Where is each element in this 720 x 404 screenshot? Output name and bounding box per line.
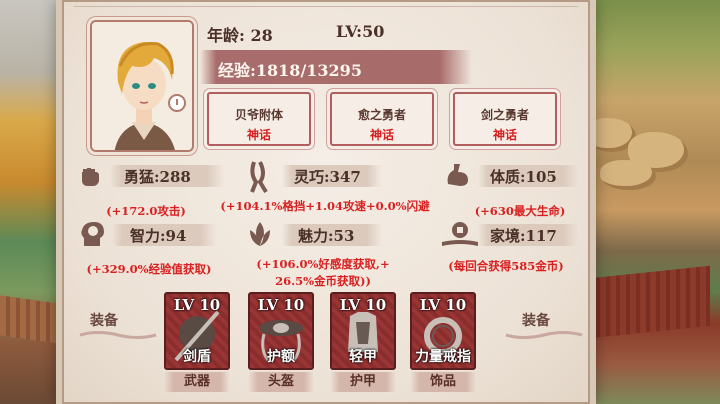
intellect-stat: 智力:94 bbox=[130, 227, 187, 245]
intellect-bonus: (+329.0%经验值获取) bbox=[86, 262, 212, 276]
equipment-name: 剑盾 bbox=[183, 349, 211, 365]
equipment-name: 力量戒指 bbox=[415, 349, 471, 365]
fist-icon bbox=[82, 168, 99, 186]
agility-stat: 灵巧:347 bbox=[294, 168, 361, 186]
bravery-stat: 勇猛:288 bbox=[124, 168, 191, 186]
brain-head-icon bbox=[81, 222, 104, 246]
talent-card-3[interactable]: 剑之勇者 神话 bbox=[453, 92, 557, 146]
talent-rarity: 神话 bbox=[246, 128, 271, 142]
divider-ornament-icon bbox=[79, 331, 157, 339]
hero-portrait-art bbox=[92, 22, 192, 150]
talent-rarity: 神话 bbox=[369, 128, 394, 142]
equipment-level: LV 10 bbox=[339, 296, 387, 314]
hero-portrait[interactable] bbox=[90, 20, 194, 152]
village-roof bbox=[590, 265, 710, 339]
talent-name: 愈之勇者 bbox=[357, 108, 406, 122]
talent-rarity: 神话 bbox=[492, 128, 517, 142]
background-scenery-right bbox=[580, 0, 720, 404]
equipment-slot-weapon[interactable]: LV 10 剑盾 bbox=[164, 292, 230, 370]
age-label: 年龄: 28 bbox=[207, 26, 273, 45]
equipment-label-left: 装备 bbox=[90, 313, 118, 329]
clock-pin-icon bbox=[168, 94, 186, 112]
wealth-stat: 家境:117 bbox=[490, 227, 557, 245]
equipment-slot-accessory[interactable]: LV 10 力量戒指 bbox=[410, 292, 476, 370]
talent-card-1[interactable]: 贝爷附体 神话 bbox=[207, 92, 311, 146]
lotus-icon bbox=[250, 222, 270, 246]
physique-bonus: (+630最大生命) bbox=[474, 204, 566, 218]
charm-stat: 魅力:53 bbox=[298, 227, 355, 245]
slot-label-armor: 护甲 bbox=[330, 372, 396, 392]
rock bbox=[600, 160, 656, 190]
level-label: LV:50 bbox=[336, 22, 385, 41]
equipment-name: 轻甲 bbox=[349, 349, 377, 365]
bravery-bonus: (+172.0攻击) bbox=[106, 204, 186, 218]
coin-icon bbox=[442, 222, 478, 246]
equipment-slot-helmet[interactable]: LV 10 护额 bbox=[248, 292, 314, 370]
wealth-bonus: (每回合获得585金币) bbox=[448, 259, 564, 273]
experience-label: 经验:1818/13295 bbox=[218, 61, 362, 80]
equipment-name: 护额 bbox=[267, 349, 295, 365]
talent-name: 剑之勇者 bbox=[480, 108, 529, 122]
talent-name: 贝爷附体 bbox=[234, 108, 283, 122]
charm-bonus-line2: 26.5%金币获取)) bbox=[275, 274, 371, 288]
equipment-level: LV 10 bbox=[257, 296, 305, 314]
agility-bonus: (+104.1%格挡+1.04攻速+0.0%闪避 bbox=[220, 199, 430, 213]
equipment-level: LV 10 bbox=[173, 296, 221, 314]
flexed-arm-icon bbox=[447, 164, 468, 186]
charm-bonus-line1: (+106.0%好感度获取,+ bbox=[256, 257, 390, 271]
divider-ornament-icon bbox=[505, 331, 583, 339]
ribbon-icon bbox=[250, 161, 268, 194]
talent-card-2[interactable]: 愈之勇者 神话 bbox=[330, 92, 434, 146]
slot-label-helmet: 头盔 bbox=[248, 372, 314, 392]
slot-label-weapon: 武器 bbox=[164, 372, 230, 392]
equipment-level: LV 10 bbox=[419, 296, 467, 314]
equipment-label-right: 装备 bbox=[522, 313, 550, 329]
equipment-slot-armor[interactable]: LV 10 轻甲 bbox=[330, 292, 396, 370]
physique-stat: 体质:105 bbox=[490, 168, 557, 186]
slot-label-accessory: 饰品 bbox=[410, 372, 476, 392]
